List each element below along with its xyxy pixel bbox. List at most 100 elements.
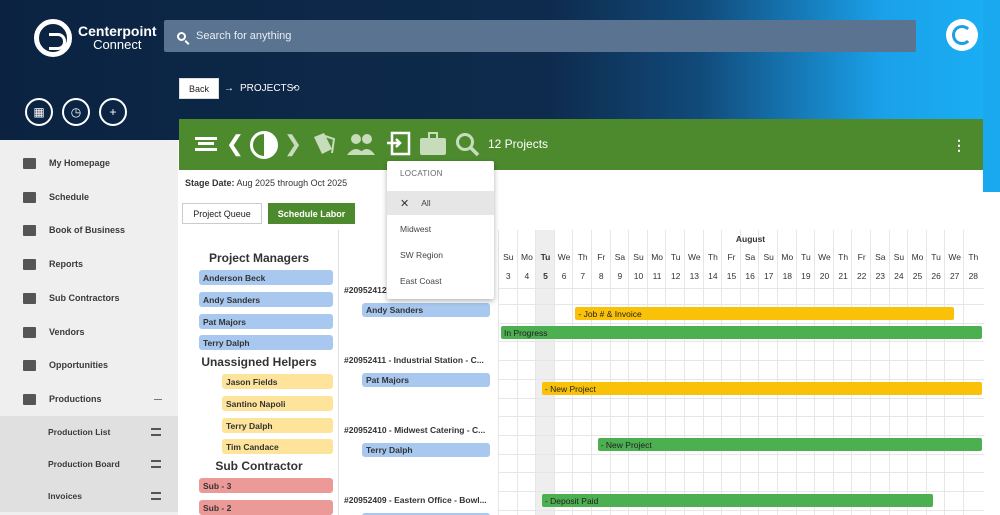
gantt-bar[interactable]: - New Project (597, 438, 982, 451)
brand-logo[interactable]: Centerpoint Connect (34, 19, 157, 57)
app-switcher-logo-icon[interactable] (946, 19, 978, 51)
day-number: 27 (949, 271, 960, 281)
project-manager-chip[interactable]: Terry Dalph (362, 443, 490, 457)
month-label: August (735, 234, 766, 244)
day-number: 25 (912, 271, 923, 281)
briefcase-icon[interactable] (419, 131, 447, 157)
dropdown-heading: LOCATION (400, 169, 443, 178)
sidebar-item-reports[interactable]: Reports (0, 249, 178, 279)
day-number: 4 (524, 271, 530, 281)
search-icon[interactable] (453, 131, 481, 157)
schedule-labor-button[interactable]: Schedule Labor (268, 203, 355, 224)
sidebar-item-label: Schedule (49, 192, 90, 202)
gantt-bar[interactable]: In Progress (501, 326, 982, 339)
day-name: Fr (597, 252, 606, 262)
project-manager-chip[interactable]: Pat Majors (362, 373, 490, 387)
day-number: 17 (763, 271, 774, 281)
previous-arrow-icon[interactable]: ❮ (221, 131, 249, 157)
card-icon (151, 492, 161, 500)
manager-chip[interactable]: Andy Sanders (199, 292, 333, 307)
search-bar[interactable]: Search for anything (164, 20, 916, 52)
next-arrow-icon[interactable]: ❯ (279, 131, 307, 157)
helper-chip[interactable]: Jason Fields (222, 374, 333, 389)
tags-icon[interactable] (310, 131, 338, 157)
sidebar-item-my-homepage[interactable]: My Homepage (0, 148, 178, 178)
day-number: 6 (561, 271, 567, 281)
gantt-row-line (498, 491, 984, 492)
home-icon (23, 157, 36, 169)
day-number: 19 (801, 271, 811, 281)
truck-icon (23, 292, 36, 304)
sidebar-item-label: My Homepage (49, 158, 111, 168)
sidebar-item-label: Reports (49, 259, 84, 269)
gantt-bar[interactable]: - Deposit Paid (541, 494, 934, 507)
sidebar-item-schedule[interactable]: Schedule (0, 182, 178, 212)
stopwatch-icon[interactable]: ◷ (62, 98, 90, 126)
day-number: 20 (819, 271, 830, 281)
sidebar-subitem-production-board[interactable]: Production Board (0, 448, 178, 480)
calendar-icon[interactable]: ▦ (25, 98, 53, 126)
project-manager-chip[interactable]: Andy Sanders (362, 303, 490, 317)
sidebar-item-vendors[interactable]: Vendors (0, 317, 178, 347)
close-icon[interactable]: ✕ (400, 197, 409, 210)
gantt-row-line (498, 397, 984, 399)
sidebar-item-opportunities[interactable]: Opportunities (0, 350, 178, 380)
location-option-all[interactable]: ✕ All (387, 191, 494, 215)
stage-date-label: Stage Date: (185, 178, 235, 188)
back-button[interactable]: Back (179, 78, 219, 99)
gantt-row-line (498, 304, 984, 305)
helper-chip[interactable]: Santino Napoli (222, 396, 333, 411)
sidebar-subitem-invoices[interactable]: Invoices (0, 480, 178, 512)
project-title[interactable]: #20952410 - Midwest Catering - C... (344, 425, 485, 435)
gantt-row-line (498, 416, 984, 418)
gantt-row-line (498, 509, 984, 511)
manager-chip[interactable]: Terry Dalph (199, 335, 333, 350)
day-number: 22 (856, 271, 867, 281)
project-title[interactable]: #20952411 - Industrial Station - C... (344, 355, 484, 365)
menu-lines-icon[interactable] (195, 137, 217, 151)
day-number: 13 (689, 271, 700, 281)
location-option-east-coast[interactable]: East Coast (387, 269, 494, 293)
bar-chart-icon (23, 258, 36, 270)
location-dropdown: LOCATION ✕ All Midwest SW Region East Co… (387, 161, 494, 299)
subcontractor-chip[interactable]: Sub - 2 (199, 500, 333, 515)
sidebar-item-label: Vendors (49, 327, 85, 337)
sidebar-item-sub-contractors[interactable]: Sub Contractors (0, 283, 178, 313)
project-toolbar: ❮ ❯ 12 Projects ⋮ (179, 119, 983, 170)
project-queue-button[interactable]: Project Queue (182, 203, 262, 224)
location-option-sw-region[interactable]: SW Region (387, 243, 494, 267)
sidebar-subitem-production-list[interactable]: Production List (0, 416, 178, 448)
gantt-divider (498, 288, 984, 289)
board-icon (151, 460, 161, 468)
helper-chip[interactable]: Tim Candace (222, 439, 333, 454)
manager-chip[interactable]: Anderson Beck (199, 270, 333, 285)
day-name: Th (968, 252, 979, 262)
manager-chip[interactable]: Pat Majors (199, 314, 333, 329)
subcontractor-chip[interactable]: Sub - 3 (199, 478, 333, 493)
project-title[interactable]: #20952412 (344, 285, 387, 295)
day-number: 26 (931, 271, 941, 281)
collapse-icon[interactable] (154, 398, 162, 400)
day-name: Sa (614, 252, 626, 262)
stage-date: Stage Date: Aug 2025 through Oct 2025 (185, 178, 347, 188)
history-icon[interactable]: ⟲ (292, 83, 300, 94)
day-number: 18 (782, 271, 793, 281)
people-icon[interactable] (346, 131, 375, 157)
section-heading-helpers: Unassigned Helpers (201, 355, 317, 369)
day-name: Th (577, 252, 588, 262)
more-vertical-icon[interactable]: ⋮ (952, 137, 966, 154)
sidebar-item-productions[interactable]: Productions (0, 384, 178, 414)
gantt-bar[interactable]: - Job # & Invoice (575, 307, 954, 320)
add-box-icon[interactable]: + (99, 98, 127, 126)
location-enter-icon[interactable] (385, 131, 413, 157)
sidebar-item-book-of-business[interactable]: Book of Business (0, 215, 178, 245)
gantt-bar[interactable]: - New Project (541, 382, 982, 395)
stage-clock-icon[interactable] (250, 131, 278, 159)
location-option-midwest[interactable]: Midwest (387, 217, 494, 241)
day-number: 14 (708, 271, 718, 281)
project-title[interactable]: #20952409 - Eastern Office - Bowl... (344, 495, 487, 505)
helper-chip[interactable]: Terry Dalph (222, 418, 333, 433)
gantt-chart: Su 3 Mo 4 Tu 5 We 6 Th 7 Fr 8 Sa 9 Su 10 Mo 11 Tu 12 We 13 Th 1… (498, 230, 984, 515)
day-name: Th (838, 252, 849, 262)
gantt-row-line (498, 434, 984, 436)
